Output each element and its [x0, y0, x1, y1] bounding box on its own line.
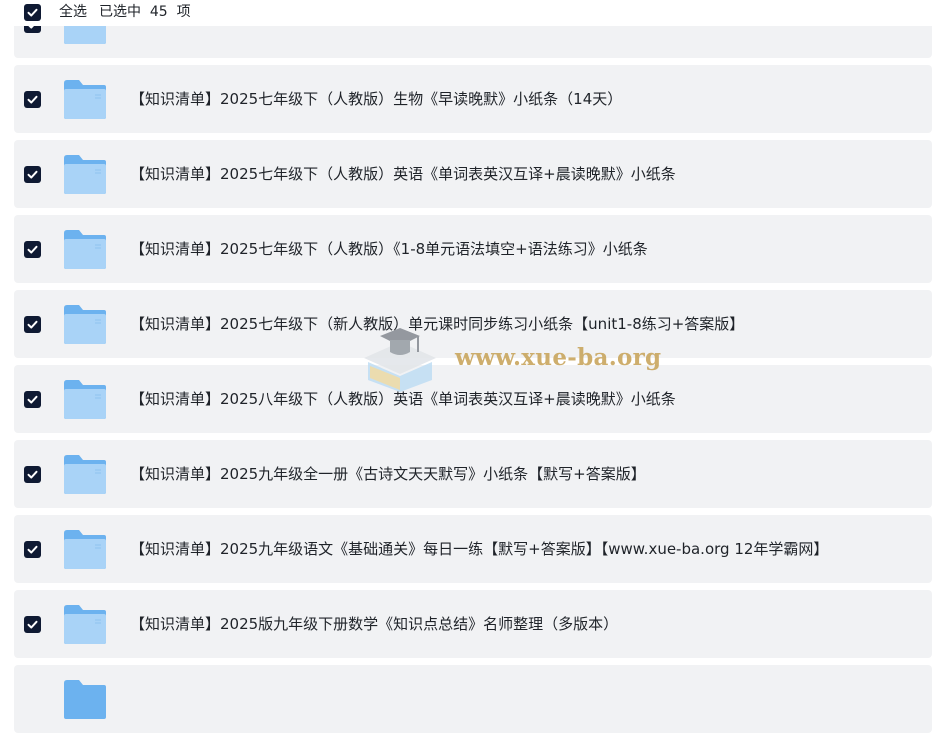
folder-icon — [64, 305, 106, 344]
row-checkbox[interactable] — [24, 316, 41, 333]
folder-icon — [64, 155, 106, 194]
folder-icon — [64, 80, 106, 119]
folder-icon — [64, 380, 106, 419]
item-name[interactable]: 【知识清单】2025九年级语文《基础通关》每日一练【默写+答案版】【www.xu… — [130, 538, 828, 560]
item-name[interactable]: 【知识清单】2025八年级下（人教版）英语《单词表英汉互译+晨读晚默》小纸条 — [130, 388, 676, 410]
row-checkbox[interactable] — [24, 541, 41, 558]
list-item[interactable]: 【知识清单】2025八年级下（人教版）英语《单词表英汉互译+晨读晚默》小纸条 — [14, 365, 932, 433]
list-item-partial-bottom[interactable] — [14, 665, 932, 733]
row-checkbox[interactable] — [24, 391, 41, 408]
row-checkbox[interactable] — [24, 616, 41, 633]
file-list: 【知识清单】2025七年级下（人教版）生物《早读晚默》小纸条（14天） 【知识清… — [0, 0, 932, 733]
row-checkbox[interactable] — [24, 166, 41, 183]
select-all-label[interactable]: 全选 — [59, 3, 87, 21]
list-item[interactable]: 【知识清单】2025七年级下（人教版）生物《早读晚默》小纸条（14天） — [14, 65, 932, 133]
folder-icon — [64, 605, 106, 644]
selected-count-text: 已选中 45 项 — [99, 4, 191, 20]
selection-toolbar: 全选 已选中 45 项 — [0, 0, 932, 26]
folder-icon — [64, 455, 106, 494]
item-name[interactable]: 【知识清单】2025七年级下（人教版）生物《早读晚默》小纸条（14天） — [130, 88, 622, 110]
row-checkbox[interactable] — [24, 241, 41, 258]
list-item[interactable]: 【知识清单】2025版九年级下册数学《知识点总结》名师整理（多版本） — [14, 590, 932, 658]
item-name[interactable]: 【知识清单】2025七年级下（新人教版）单元课时同步练习小纸条【unit1-8练… — [130, 313, 744, 335]
folder-icon — [64, 230, 106, 269]
item-name[interactable]: 【知识清单】2025版九年级下册数学《知识点总结》名师整理（多版本） — [130, 613, 618, 635]
item-name[interactable]: 【知识清单】2025七年级下（人教版）《1-8单元语法填空+语法练习》小纸条 — [130, 238, 648, 260]
select-all-checkbox[interactable] — [24, 4, 41, 21]
folder-icon — [64, 680, 106, 719]
list-item[interactable]: 【知识清单】2025七年级下（人教版）英语《单词表英汉互译+晨读晚默》小纸条 — [14, 140, 932, 208]
list-item[interactable]: 【知识清单】2025七年级下（新人教版）单元课时同步练习小纸条【unit1-8练… — [14, 290, 932, 358]
list-item[interactable]: 【知识清单】2025七年级下（人教版）《1-8单元语法填空+语法练习》小纸条 — [14, 215, 932, 283]
row-checkbox[interactable] — [24, 466, 41, 483]
row-checkbox[interactable] — [24, 91, 41, 108]
list-item[interactable]: 【知识清单】2025九年级语文《基础通关》每日一练【默写+答案版】【www.xu… — [14, 515, 932, 583]
folder-icon — [64, 530, 106, 569]
item-name[interactable]: 【知识清单】2025七年级下（人教版）英语《单词表英汉互译+晨读晚默》小纸条 — [130, 163, 676, 185]
list-item[interactable]: 【知识清单】2025九年级全一册《古诗文天天默写》小纸条【默写+答案版】 — [14, 440, 932, 508]
item-name[interactable]: 【知识清单】2025九年级全一册《古诗文天天默写》小纸条【默写+答案版】 — [130, 463, 646, 485]
